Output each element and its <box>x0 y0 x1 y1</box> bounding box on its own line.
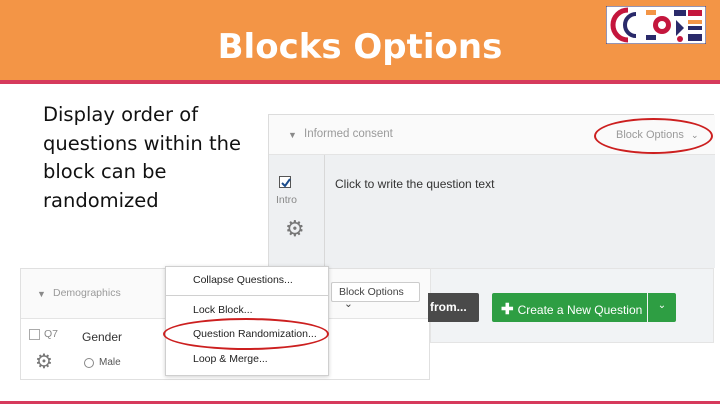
import-from-button[interactable]: from... <box>428 293 479 322</box>
question-text[interactable]: Gender <box>82 330 122 344</box>
slide-body-text: Display order of questions within the bl… <box>43 103 241 212</box>
question-id: Q7 <box>44 328 59 340</box>
highlight-block-options <box>594 118 713 154</box>
chevron-down-icon: ⌄ <box>344 298 353 310</box>
plus-icon: ✚ <box>501 301 514 318</box>
checkbox-icon <box>281 178 291 188</box>
demographics-screenshot: ▼ Demographics Block Options ⌄ Q7 Gender… <box>20 268 714 380</box>
menu-divider <box>166 295 328 296</box>
gear-icon[interactable]: ⚙ <box>35 352 53 372</box>
block-name: Demographics <box>53 287 121 299</box>
block-options-label: Block Options <box>339 286 404 298</box>
gear-icon[interactable]: ⚙ <box>285 218 305 240</box>
question-checkbox[interactable] <box>29 329 40 340</box>
create-question-dropdown[interactable]: ⌄ <box>648 293 676 322</box>
choice-label: Male <box>99 357 121 368</box>
menu-item-lock-block[interactable]: Lock Block... <box>193 304 253 316</box>
logo <box>606 6 706 44</box>
collapse-caret-icon[interactable]: ▼ <box>37 289 46 299</box>
menu-item-loop-and-merge[interactable]: Loop & Merge... <box>193 353 268 365</box>
question-checkbox[interactable] <box>279 176 291 188</box>
question-text[interactable]: Click to write the question text <box>335 177 494 191</box>
block-name: Informed consent <box>304 128 393 140</box>
footer-divider <box>0 401 720 404</box>
collapse-caret-icon[interactable]: ▼ <box>288 130 297 140</box>
question-sidebar <box>269 155 325 268</box>
question-body[interactable] <box>325 155 715 268</box>
highlight-question-randomization <box>163 318 329 350</box>
create-new-question-button[interactable]: ✚ Create a New Question <box>492 293 647 322</box>
chevron-down-icon: ⌄ <box>657 300 667 311</box>
menu-item-collapse-questions[interactable]: Collapse Questions... <box>193 274 293 286</box>
choice-radio[interactable] <box>84 358 94 368</box>
block-options-button[interactable]: Block Options ⌄ <box>331 282 420 310</box>
create-new-question-label: Create a New Question <box>517 303 643 317</box>
question-label: Intro <box>276 194 298 206</box>
header-divider <box>0 80 720 84</box>
